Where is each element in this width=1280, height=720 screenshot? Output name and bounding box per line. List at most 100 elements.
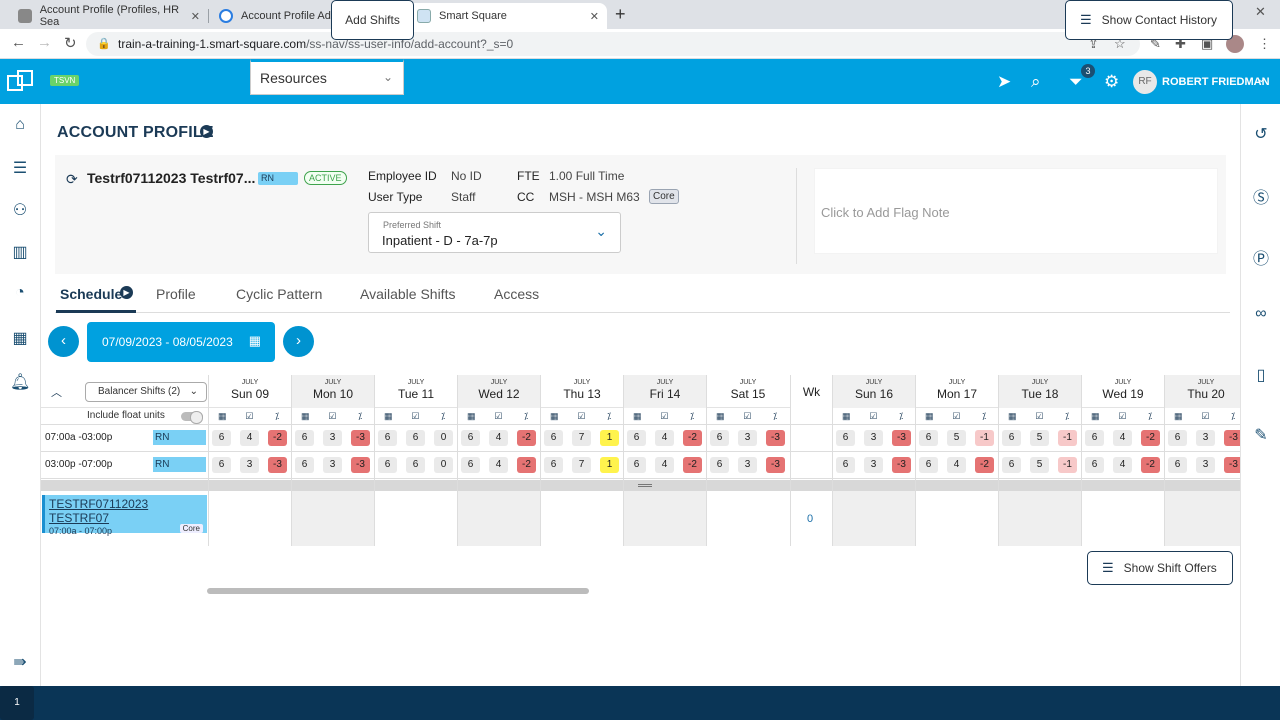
percent-icon[interactable]: ⁒ (346, 408, 374, 425)
variance-count[interactable]: -2 (975, 457, 994, 473)
required-count[interactable]: 6 (710, 430, 729, 446)
percent-icon[interactable]: ⁒ (1136, 408, 1164, 425)
url-bar[interactable]: 🔒 train-a-training-1.smart-square.com/ss… (86, 32, 1140, 56)
calendar-check-icon[interactable]: ☑ (651, 408, 679, 425)
calendar-check-icon[interactable]: ☑ (319, 408, 347, 425)
calendar-check-icon[interactable]: ☑ (485, 408, 513, 425)
required-count[interactable]: 6 (627, 430, 646, 446)
add-shifts-button[interactable]: Add Shifts (331, 0, 414, 40)
show-shift-offers-button[interactable]: ☰ Show Shift Offers (1087, 551, 1233, 585)
scheduled-count[interactable]: 3 (1196, 457, 1215, 473)
variance-count[interactable]: 1 (600, 430, 619, 446)
required-count[interactable]: 6 (836, 430, 855, 446)
variance-count[interactable]: -3 (892, 430, 911, 446)
schedule-list-icon[interactable]: ☰ (10, 158, 30, 178)
parking-circle-icon[interactable]: Ⓟ (1251, 245, 1271, 268)
required-count[interactable]: 6 (295, 430, 314, 446)
calendar-check-icon[interactable]: ☑ (1109, 408, 1137, 425)
required-count[interactable]: 6 (1168, 430, 1187, 446)
browser-tab-active[interactable]: Smart Square ✕ (407, 3, 607, 29)
flag-note-area[interactable]: Click to Add Flag Note (814, 168, 1218, 254)
user-transfer-icon[interactable]: ⚇ (10, 200, 30, 220)
day-cell[interactable] (291, 491, 374, 546)
variance-count[interactable]: 0 (434, 430, 453, 446)
required-count[interactable]: 6 (212, 457, 231, 473)
balancer-shifts-dropdown[interactable]: Balancer Shifts (2) ⌄ (85, 382, 207, 402)
calendar-icon[interactable]: ▦ (540, 408, 568, 425)
percent-icon[interactable]: ⁒ (512, 408, 540, 425)
percent-icon[interactable]: ⁒ (429, 408, 457, 425)
variance-count[interactable]: -2 (268, 430, 287, 446)
calendar-check-icon[interactable]: ☑ (734, 408, 762, 425)
percent-icon[interactable]: ⁒ (678, 408, 706, 425)
calendar-icon[interactable]: ▦ (374, 408, 402, 425)
calendar-icon[interactable]: ▦ (915, 408, 943, 425)
required-count[interactable]: 6 (544, 430, 563, 446)
scheduled-count[interactable]: 4 (240, 430, 259, 446)
percent-icon[interactable]: ⁒ (1053, 408, 1081, 425)
variance-count[interactable]: -3 (766, 457, 785, 473)
badge-id-icon[interactable]: ▯ (1251, 365, 1271, 385)
scheduled-count[interactable]: 3 (864, 430, 883, 446)
employee-shift-name[interactable]: TESTRF07112023 TESTRF07 (49, 497, 207, 525)
calendar-check-icon[interactable]: ☑ (568, 408, 596, 425)
required-count[interactable]: 6 (919, 457, 938, 473)
required-count[interactable]: 6 (1085, 457, 1104, 473)
variance-count[interactable]: -1 (975, 430, 994, 446)
required-count[interactable]: 6 (378, 430, 397, 446)
scheduled-count[interactable]: 3 (738, 430, 757, 446)
day-cell[interactable] (457, 491, 540, 546)
variance-count[interactable]: -3 (268, 457, 287, 473)
required-count[interactable]: 6 (1002, 430, 1021, 446)
dashboard-grid-icon[interactable]: ▦ (10, 328, 30, 348)
employee-shift-card[interactable]: TESTRF07112023 TESTRF07 07:00a - 07:00p … (42, 495, 207, 536)
notifications-bell-icon[interactable]: 🔔︎ (10, 372, 30, 392)
resources-dropdown[interactable]: Resources ⌄ (250, 59, 404, 95)
variance-count[interactable]: -2 (1141, 457, 1160, 473)
variance-count[interactable]: -2 (517, 457, 536, 473)
user-settings-icon[interactable]: ⚙ (1104, 72, 1119, 92)
scheduled-count[interactable]: 4 (947, 457, 966, 473)
calendar-check-icon[interactable]: ☑ (1026, 408, 1054, 425)
day-cell[interactable] (998, 491, 1081, 546)
timer-icon[interactable]: ◔ (10, 284, 30, 304)
required-count[interactable]: 6 (212, 430, 231, 446)
scheduled-count[interactable]: 7 (572, 457, 591, 473)
scheduled-count[interactable]: 4 (489, 430, 508, 446)
required-count[interactable]: 6 (461, 430, 480, 446)
calendar-check-icon[interactable]: ☑ (1192, 408, 1220, 425)
variance-count[interactable]: -2 (683, 457, 702, 473)
calendar-icon[interactable]: ▦ (1081, 408, 1109, 425)
show-contact-history-button[interactable]: ☰ Show Contact History (1065, 0, 1233, 40)
horizontal-scrollbar[interactable] (207, 588, 589, 594)
required-count[interactable]: 6 (461, 457, 480, 473)
scheduled-count[interactable]: 3 (240, 457, 259, 473)
variance-count[interactable]: -3 (892, 457, 911, 473)
tab-profile[interactable]: Profile (156, 286, 196, 302)
previous-period-button[interactable]: ‹ (48, 326, 79, 357)
calendar-icon[interactable]: ▦ (998, 408, 1026, 425)
scheduled-count[interactable]: 4 (1113, 430, 1132, 446)
scheduled-count[interactable]: 3 (323, 430, 342, 446)
percent-icon[interactable]: ⁒ (970, 408, 998, 425)
close-tab-icon[interactable]: ✕ (590, 10, 599, 23)
percent-icon[interactable]: ⁒ (887, 408, 915, 425)
play-circle-icon[interactable]: ▶ (120, 286, 133, 299)
required-count[interactable]: 6 (378, 457, 397, 473)
collapse-icon[interactable]: ︿ (51, 384, 62, 400)
pane-splitter[interactable] (41, 480, 1240, 491)
reload-icon[interactable]: ↻ (64, 34, 77, 52)
close-tab-icon[interactable]: ✕ (191, 10, 200, 23)
scheduled-count[interactable]: 6 (406, 457, 425, 473)
variance-count[interactable]: -3 (351, 430, 370, 446)
required-count[interactable]: 6 (1085, 430, 1104, 446)
send-icon[interactable]: ➤ (997, 72, 1011, 92)
smart-square-logo-icon[interactable] (6, 68, 36, 94)
percent-icon[interactable]: ⁒ (1219, 408, 1240, 425)
variance-count[interactable]: 1 (600, 457, 619, 473)
chevron-down-icon[interactable]: ⌄ (1257, 74, 1265, 85)
reports-chart-icon[interactable]: ▥ (10, 242, 30, 262)
scheduled-count[interactable]: 4 (655, 457, 674, 473)
user-menu-name[interactable]: ROBERT FRIEDMAN (1162, 76, 1270, 88)
variance-count[interactable]: -1 (1058, 457, 1077, 473)
